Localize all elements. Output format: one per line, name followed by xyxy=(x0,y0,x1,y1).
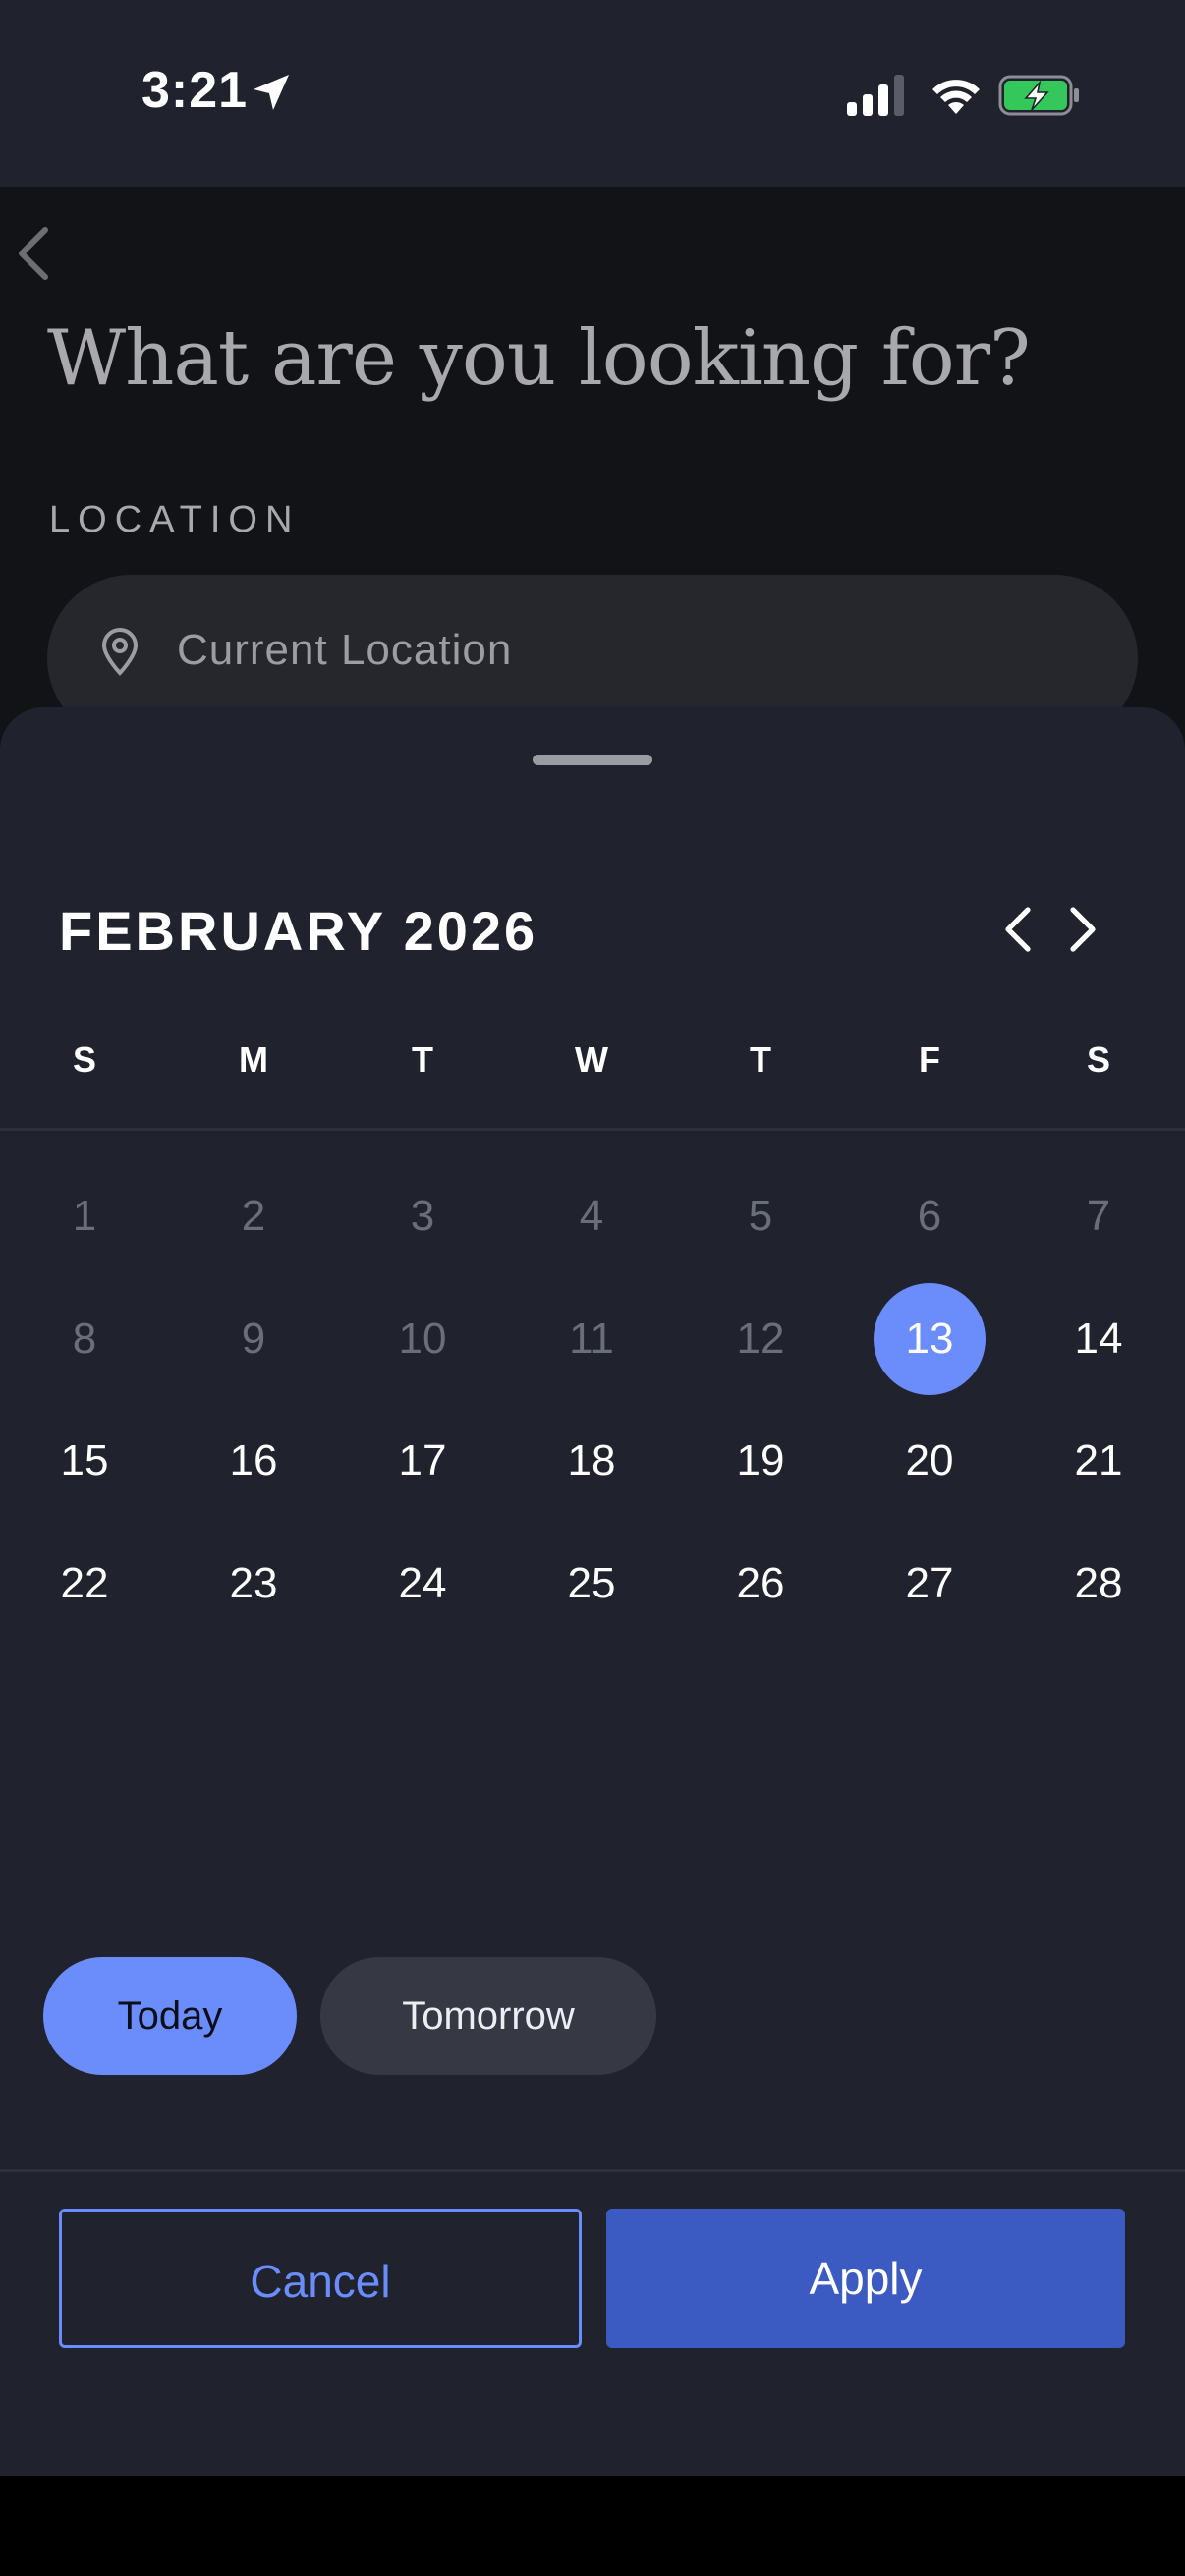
calendar-day[interactable]: 24 xyxy=(367,1528,479,1640)
cellular-signal-icon xyxy=(847,75,904,116)
calendar-day: 1 xyxy=(72,1192,97,1240)
calendar-day[interactable]: 28 xyxy=(1043,1528,1155,1640)
calendar-day: 6 xyxy=(917,1192,942,1240)
tomorrow-chip[interactable]: Tomorrow xyxy=(320,1957,656,2075)
calendar-day: 7 xyxy=(1086,1192,1111,1240)
calendar-day[interactable]: 19 xyxy=(705,1405,817,1517)
calendar-day: 12 xyxy=(736,1315,785,1363)
page-title: What are you looking for? xyxy=(47,314,1031,403)
today-chip[interactable]: Today xyxy=(43,1957,297,2075)
calendar-divider xyxy=(0,1128,1185,1131)
calendar-day[interactable]: 18 xyxy=(536,1405,648,1517)
weekday-label: W xyxy=(575,1039,608,1080)
calendar-day: 11 xyxy=(569,1315,614,1363)
calendar-day[interactable]: 14 xyxy=(1043,1283,1155,1395)
weekday-label: T xyxy=(750,1039,771,1080)
calendar-day[interactable]: 25 xyxy=(536,1528,648,1640)
next-month-icon[interactable] xyxy=(1055,904,1106,955)
calendar-day[interactable]: 22 xyxy=(28,1528,141,1640)
weekday-label: M xyxy=(239,1039,268,1080)
calendar-day[interactable]: 21 xyxy=(1043,1405,1155,1517)
calendar-day[interactable]: 17 xyxy=(367,1405,479,1517)
previous-month-icon[interactable] xyxy=(994,904,1045,955)
apply-button[interactable]: Apply xyxy=(606,2209,1125,2348)
battery-charging-icon xyxy=(998,75,1079,116)
weekday-label: T xyxy=(412,1039,433,1080)
calendar-day: 8 xyxy=(72,1315,97,1363)
search-page: What are you looking for? LOCATION Curre… xyxy=(0,187,1185,776)
status-bar: 3:21 xyxy=(0,0,1185,187)
calendar-day: 2 xyxy=(241,1192,266,1240)
calendar-day: 3 xyxy=(410,1192,435,1240)
month-title: FEBRUARY 2026 xyxy=(59,900,538,962)
calendar-day: 10 xyxy=(398,1315,447,1363)
weekday-label: F xyxy=(919,1039,940,1080)
back-chevron-icon[interactable] xyxy=(14,224,53,283)
calendar-day[interactable]: 23 xyxy=(198,1528,310,1640)
calendar-day[interactable]: 20 xyxy=(874,1405,986,1517)
location-label: LOCATION xyxy=(49,499,301,540)
calendar-day: 4 xyxy=(579,1192,604,1240)
calendar-day-selected[interactable]: 13 xyxy=(874,1283,986,1395)
weekday-label: S xyxy=(72,1039,96,1080)
calendar-day: 5 xyxy=(748,1192,773,1240)
status-time: 3:21 xyxy=(141,62,249,119)
weekday-label: S xyxy=(1086,1039,1110,1080)
cancel-button[interactable]: Cancel xyxy=(59,2209,582,2348)
app-screen: 3:21 What are you looking for? LOCATION xyxy=(0,0,1185,2476)
calendar-day[interactable]: 15 xyxy=(28,1405,141,1517)
sheet-grabber[interactable] xyxy=(533,755,652,765)
calendar-day[interactable]: 16 xyxy=(198,1405,310,1517)
wifi-icon xyxy=(932,80,980,114)
calendar-day: 9 xyxy=(241,1315,266,1363)
calendar-day[interactable]: 26 xyxy=(705,1528,817,1640)
location-value: Current Location xyxy=(177,626,513,674)
calendar-day[interactable]: 27 xyxy=(874,1528,986,1640)
map-pin-icon xyxy=(101,628,139,676)
date-picker-sheet: FEBRUARY 2026 SMTWTFS 1 2 3 4 5 6 7 8 9 10 11 12 13 1… xyxy=(0,707,1185,2476)
location-arrow-icon xyxy=(254,75,289,110)
footer-divider xyxy=(0,2169,1185,2172)
